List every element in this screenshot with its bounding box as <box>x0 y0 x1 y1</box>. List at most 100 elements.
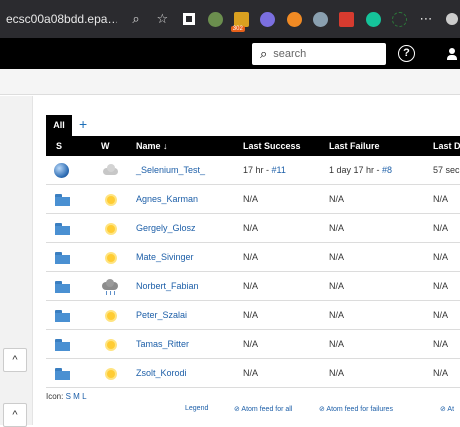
last-success: N/A <box>243 368 259 378</box>
last-success: N/A <box>243 223 259 233</box>
user-icon[interactable] <box>447 48 457 60</box>
atom-feed-latest-link[interactable]: ⊘ At <box>440 405 454 413</box>
last-success: N/A <box>243 339 259 349</box>
job-name-link[interactable]: Gergely_Glosz <box>136 214 196 243</box>
job-name-link[interactable]: Agnes_Karman <box>136 185 198 214</box>
folder-icon <box>55 339 70 351</box>
last-failure: N/A <box>329 223 345 233</box>
search-box[interactable]: ⌕ search <box>252 43 386 65</box>
folder-icon <box>55 194 70 206</box>
col-last-failure[interactable]: Last Failure <box>329 136 380 156</box>
weather-sunny-icon <box>103 337 119 353</box>
extension-dashed-icon[interactable] <box>392 11 408 27</box>
last-duration: N/A <box>433 194 449 204</box>
extension-counter-icon[interactable]: 302 <box>230 11 249 32</box>
extension-puzzle-icon[interactable] <box>207 11 223 27</box>
last-duration: N/A <box>433 310 449 320</box>
last-duration: N/A <box>433 223 449 233</box>
table-row: _Selenium_Test_ 17 hr - #11 1 day 17 hr … <box>46 156 460 185</box>
weather-sunny-icon <box>103 366 119 382</box>
last-success: N/A <box>243 310 259 320</box>
last-success: N/A <box>243 281 259 291</box>
extension-pdf-icon[interactable] <box>339 11 355 27</box>
icon-size-l[interactable]: L <box>82 392 86 401</box>
last-duration: N/A <box>433 368 449 378</box>
table-row: Gergely_Glosz N/A N/A N/A <box>46 214 460 243</box>
add-tab-button[interactable]: + <box>79 115 91 133</box>
weather-sunny-icon <box>103 192 119 208</box>
extension-circle-icon[interactable] <box>445 11 460 27</box>
extension-gear-icon[interactable] <box>313 11 329 27</box>
last-success: N/A <box>243 252 259 262</box>
weather-sunny-icon <box>103 221 119 237</box>
last-failure: 1 day 17 hr - #8 <box>329 165 393 175</box>
extension-x-icon[interactable] <box>286 11 302 27</box>
icon-size-selector: Icon: S M L <box>46 392 87 401</box>
weather-sunny-icon <box>103 250 119 266</box>
last-duration: N/A <box>433 252 449 262</box>
atom-feed-all-link[interactable]: ⊘ Atom feed for all <box>234 405 292 413</box>
help-icon[interactable]: ? <box>398 45 415 62</box>
icon-size-m[interactable]: M <box>73 392 80 401</box>
job-name-link[interactable]: Mate_Sivinger <box>136 243 194 272</box>
side-panel: ^ ^ <box>0 96 33 427</box>
job-name-link[interactable]: Peter_Szalai <box>136 301 187 330</box>
last-success: N/A <box>243 194 259 204</box>
build-link[interactable]: #8 <box>382 165 392 175</box>
extension-square-icon[interactable] <box>181 11 196 27</box>
table-row: Norbert_Fabian N/A N/A N/A <box>46 272 460 301</box>
bookmark-star-icon[interactable]: ☆ <box>155 11 170 27</box>
status-blue-ball-icon <box>54 163 69 178</box>
atom-feed-failures-link[interactable]: ⊘ Atom feed for failures <box>319 405 393 413</box>
weather-cloudy-icon <box>101 164 119 176</box>
weather-sunny-icon <box>103 308 119 324</box>
extension-badge: 302 <box>230 26 245 32</box>
last-success: 17 hr - #11 <box>243 165 286 175</box>
collapse-chevron-icon[interactable]: ^ <box>3 348 27 372</box>
search-placeholder: search <box>273 48 307 60</box>
app-header <box>0 38 460 69</box>
collapse-chevron-icon-2[interactable]: ^ <box>3 403 27 427</box>
build-link[interactable]: #11 <box>272 165 286 175</box>
breadcrumb-bar <box>0 69 460 95</box>
last-failure: N/A <box>329 310 345 320</box>
weather-stormy-icon <box>101 279 119 295</box>
table-row: Zsolt_Korodi N/A N/A N/A <box>46 359 460 388</box>
last-duration: N/A <box>433 281 449 291</box>
last-failure: N/A <box>329 368 345 378</box>
browser-toolbar: ecsc00a08bdd.epa… ⌕ ☆ 302 ⋯ <box>0 0 460 38</box>
search-icon: ⌕ <box>260 46 268 61</box>
col-last-duration[interactable]: Last Du <box>433 136 460 156</box>
job-name-link[interactable]: Zsolt_Korodi <box>136 359 187 388</box>
table-row: Peter_Szalai N/A N/A N/A <box>46 301 460 330</box>
col-name[interactable]: Name ↓ <box>136 136 168 156</box>
zoom-icon[interactable]: ⌕ <box>128 11 143 27</box>
job-name-link[interactable]: Tamas_Ritter <box>136 330 189 359</box>
folder-icon <box>55 252 70 264</box>
extension-check-icon[interactable] <box>260 11 276 27</box>
tab-all[interactable]: All <box>46 115 72 136</box>
last-failure: N/A <box>329 252 345 262</box>
job-name-link[interactable]: _Selenium_Test_ <box>136 156 205 185</box>
address-bar[interactable]: ecsc00a08bdd.epa… <box>0 12 117 26</box>
folder-icon <box>55 310 70 322</box>
folder-icon <box>55 281 70 293</box>
last-duration: N/A <box>433 339 449 349</box>
extension-dots-icon[interactable]: ⋯ <box>418 11 433 27</box>
last-failure: N/A <box>329 281 345 291</box>
table-row: Mate_Sivinger N/A N/A N/A <box>46 243 460 272</box>
icon-size-label: Icon: <box>46 392 64 401</box>
col-weather[interactable]: W <box>101 136 110 156</box>
legend-link[interactable]: Legend <box>185 405 208 412</box>
icon-size-s[interactable]: S <box>66 392 71 401</box>
job-name-link[interactable]: Norbert_Fabian <box>136 272 199 301</box>
extension-grammarly-icon[interactable] <box>365 11 381 27</box>
col-status[interactable]: S <box>56 136 62 156</box>
table-row: Tamas_Ritter N/A N/A N/A <box>46 330 460 359</box>
table-row: Agnes_Karman N/A N/A N/A <box>46 185 460 214</box>
folder-icon <box>55 223 70 235</box>
col-last-success[interactable]: Last Success <box>243 136 301 156</box>
last-failure: N/A <box>329 194 345 204</box>
table-header: S W Name ↓ Last Success Last Failure Las… <box>46 136 460 156</box>
folder-icon <box>55 368 70 380</box>
